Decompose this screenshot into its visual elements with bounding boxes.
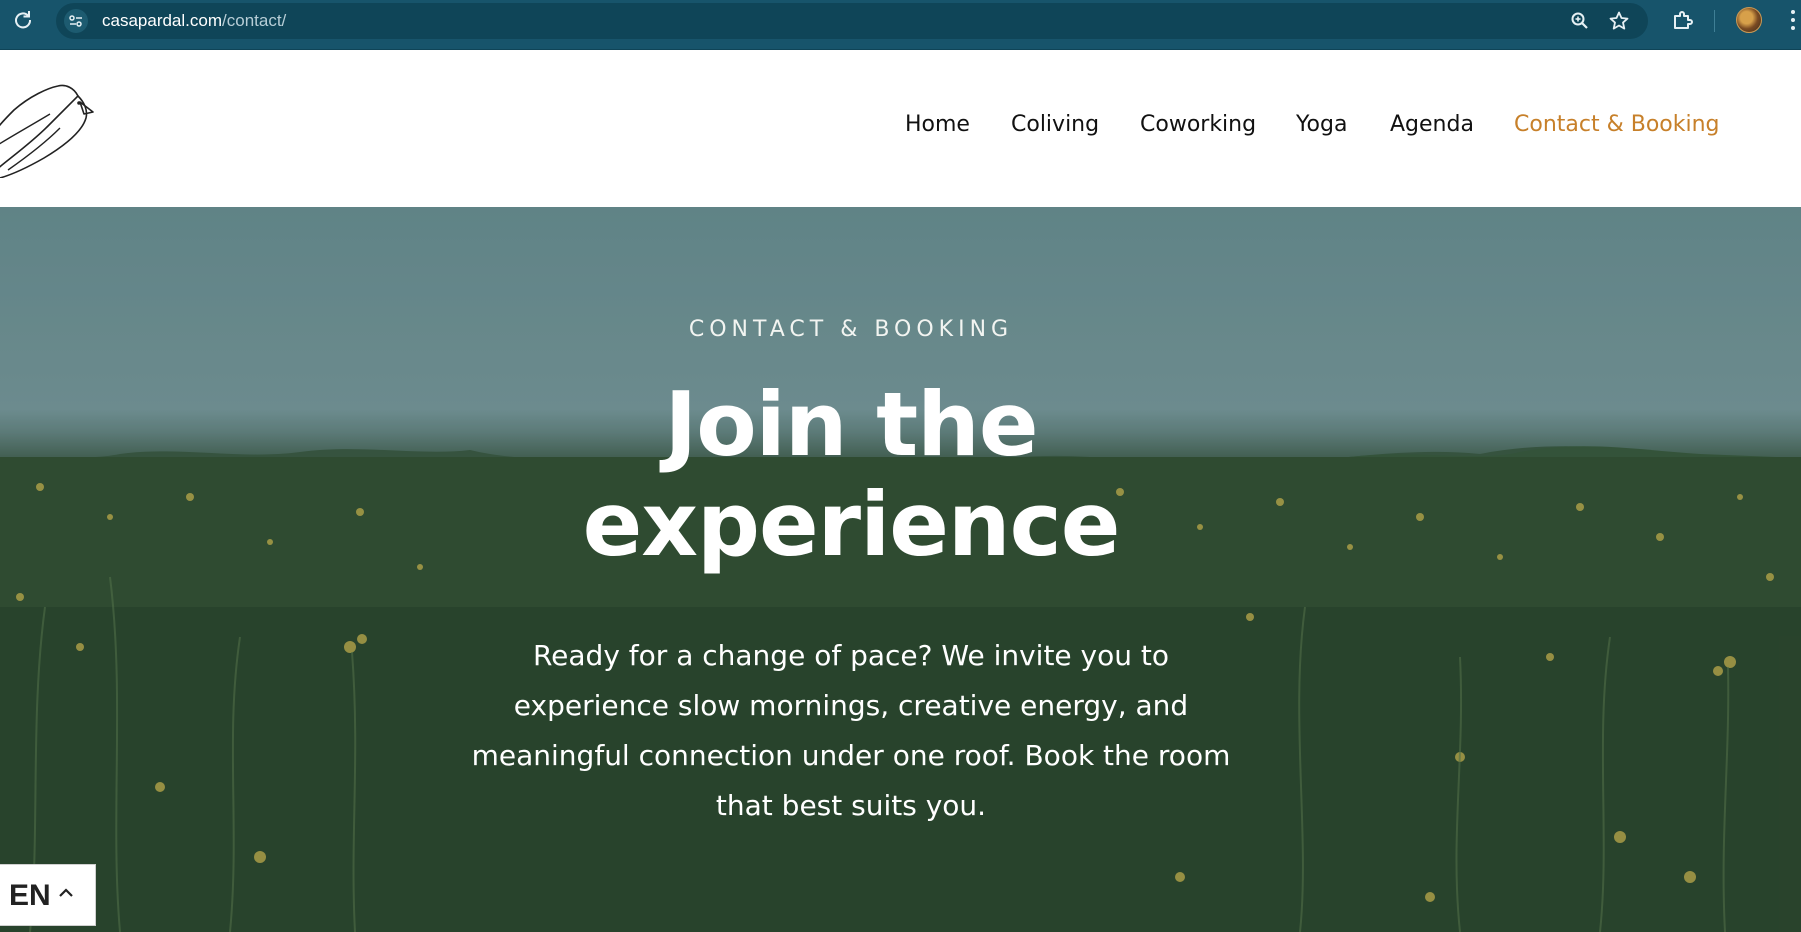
bookmark-star-icon[interactable] — [1608, 10, 1630, 32]
hero-headline: Join the experience — [0, 375, 1702, 575]
nav-yoga[interactable]: Yoga — [1296, 112, 1347, 137]
nav-agenda[interactable]: Agenda — [1390, 112, 1474, 137]
site-header: Home Coliving Coworking Yoga Agenda Cont… — [0, 50, 1801, 207]
hero-headline-line2: experience — [582, 473, 1121, 576]
url-text[interactable]: casapardal.com/contact/ — [102, 11, 286, 31]
profile-avatar[interactable] — [1736, 7, 1762, 33]
zoom-icon[interactable] — [1570, 11, 1590, 31]
nav-home[interactable]: Home — [905, 112, 970, 137]
address-bar[interactable]: casapardal.com/contact/ — [56, 3, 1648, 39]
browser-toolbar: casapardal.com/contact/ — [0, 0, 1801, 50]
reload-icon[interactable] — [12, 9, 34, 31]
hero-section: CONTACT & BOOKING Join the experience Re… — [0, 207, 1801, 932]
chevron-up-icon — [59, 888, 73, 897]
extensions-icon[interactable] — [1670, 9, 1694, 33]
hero-headline-line1: Join the — [664, 373, 1038, 476]
toolbar-divider — [1714, 10, 1715, 32]
hero-description: Ready for a change of pace? We invite yo… — [471, 639, 1231, 822]
hero-kicker: CONTACT & BOOKING — [688, 317, 1014, 342]
nav-coliving[interactable]: Coliving — [1011, 112, 1099, 137]
main-nav: Home Coliving Coworking Yoga Agenda Cont… — [0, 112, 1801, 142]
language-code: EN — [9, 879, 51, 912]
nav-coworking[interactable]: Coworking — [1140, 112, 1256, 137]
site-info-icon[interactable] — [64, 9, 88, 33]
nav-contact-booking[interactable]: Contact & Booking — [1514, 112, 1720, 137]
menu-dots-icon[interactable] — [1788, 8, 1798, 34]
language-switcher[interactable]: EN — [0, 864, 96, 926]
